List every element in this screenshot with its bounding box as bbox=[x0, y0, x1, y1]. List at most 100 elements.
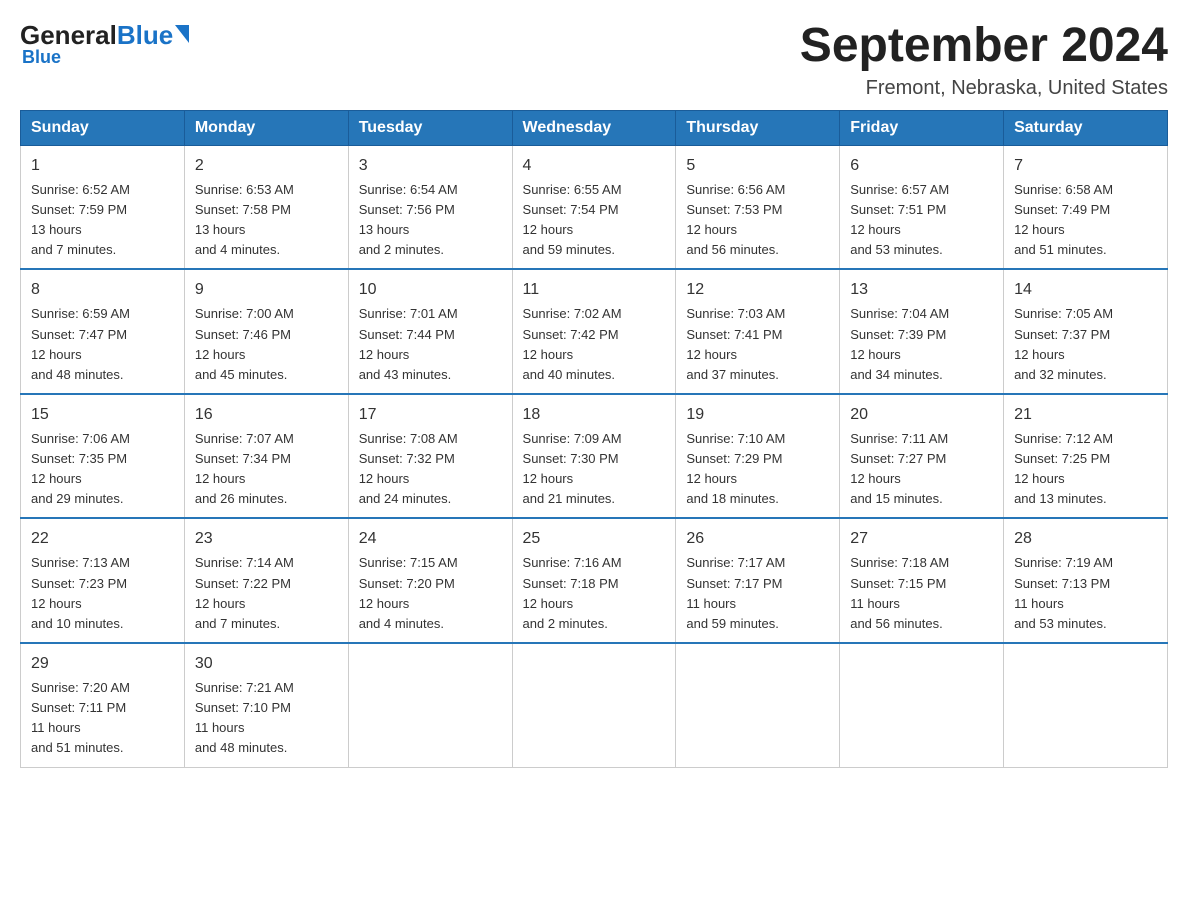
calendar-cell: 1 Sunrise: 6:52 AMSunset: 7:59 PM13 hours… bbox=[21, 145, 185, 269]
header-row: Sunday Monday Tuesday Wednesday Thursday… bbox=[21, 110, 1168, 145]
day-info: Sunrise: 6:57 AMSunset: 7:51 PM12 hoursa… bbox=[850, 182, 949, 257]
day-number: 8 bbox=[31, 278, 174, 302]
logo-subtitle: Blue bbox=[20, 47, 61, 68]
day-number: 17 bbox=[359, 403, 502, 427]
day-info: Sunrise: 7:01 AMSunset: 7:44 PM12 hoursa… bbox=[359, 306, 458, 381]
col-saturday: Saturday bbox=[1004, 110, 1168, 145]
day-info: Sunrise: 7:19 AMSunset: 7:13 PM11 hoursa… bbox=[1014, 555, 1113, 630]
day-number: 24 bbox=[359, 527, 502, 551]
calendar-cell: 10Sunrise: 7:01 AMSunset: 7:44 PM12 hour… bbox=[348, 269, 512, 394]
day-info: Sunrise: 7:12 AMSunset: 7:25 PM12 hoursa… bbox=[1014, 431, 1113, 506]
day-number: 16 bbox=[195, 403, 338, 427]
day-info: Sunrise: 7:05 AMSunset: 7:37 PM12 hoursa… bbox=[1014, 306, 1113, 381]
day-info: Sunrise: 7:15 AMSunset: 7:20 PM12 hoursa… bbox=[359, 555, 458, 630]
day-number: 19 bbox=[686, 403, 829, 427]
day-info: Sunrise: 6:53 AMSunset: 7:58 PM13 hoursa… bbox=[195, 182, 294, 257]
calendar-cell: 30Sunrise: 7:21 AMSunset: 7:10 PM11 hour… bbox=[184, 643, 348, 767]
day-number: 9 bbox=[195, 278, 338, 302]
day-info: Sunrise: 6:59 AMSunset: 7:47 PM12 hoursa… bbox=[31, 306, 130, 381]
calendar-cell: 12Sunrise: 7:03 AMSunset: 7:41 PM12 hour… bbox=[676, 269, 840, 394]
calendar-cell: 27 Sunrise: 7:18 AMSunset: 7:15 PM11 hour… bbox=[840, 518, 1004, 643]
calendar-cell: 22 Sunrise: 7:13 AMSunset: 7:23 PM12 hour… bbox=[21, 518, 185, 643]
day-info: Sunrise: 7:02 AMSunset: 7:42 PM12 hoursa… bbox=[523, 306, 622, 381]
calendar-cell: 8 Sunrise: 6:59 AMSunset: 7:47 PM12 hours… bbox=[21, 269, 185, 394]
calendar-cell: 19 Sunrise: 7:10 AMSunset: 7:29 PM12 hour… bbox=[676, 394, 840, 519]
col-monday: Monday bbox=[184, 110, 348, 145]
calendar-cell: 29 Sunrise: 7:20 AMSunset: 7:11 PM11 hour… bbox=[21, 643, 185, 767]
calendar-cell: 7 Sunrise: 6:58 AMSunset: 7:49 PM12 hours… bbox=[1004, 145, 1168, 269]
title-area: September 2024 Fremont, Nebraska, United… bbox=[800, 20, 1168, 100]
day-number: 22 bbox=[31, 527, 174, 551]
page-header: GeneralBlue Blue September 2024 Fremont,… bbox=[20, 20, 1168, 100]
day-number: 4 bbox=[523, 154, 666, 178]
day-info: Sunrise: 6:58 AMSunset: 7:49 PM12 hoursa… bbox=[1014, 182, 1113, 257]
calendar-cell: 21 Sunrise: 7:12 AMSunset: 7:25 PM12 hour… bbox=[1004, 394, 1168, 519]
day-number: 30 bbox=[195, 652, 338, 676]
logo-blue: Blue bbox=[117, 20, 173, 51]
day-info: Sunrise: 7:10 AMSunset: 7:29 PM12 hoursa… bbox=[686, 431, 785, 506]
logo: GeneralBlue Blue bbox=[20, 20, 189, 68]
day-info: Sunrise: 6:56 AMSunset: 7:53 PM12 hoursa… bbox=[686, 182, 785, 257]
calendar-cell: 26 Sunrise: 7:17 AMSunset: 7:17 PM11 hour… bbox=[676, 518, 840, 643]
day-info: Sunrise: 6:54 AMSunset: 7:56 PM13 hoursa… bbox=[359, 182, 458, 257]
day-number: 3 bbox=[359, 154, 502, 178]
calendar-week-row: 1 Sunrise: 6:52 AMSunset: 7:59 PM13 hours… bbox=[21, 145, 1168, 269]
day-number: 21 bbox=[1014, 403, 1157, 427]
day-number: 1 bbox=[31, 154, 174, 178]
col-wednesday: Wednesday bbox=[512, 110, 676, 145]
day-info: Sunrise: 6:52 AMSunset: 7:59 PM13 hoursa… bbox=[31, 182, 130, 257]
calendar-cell: 24 Sunrise: 7:15 AMSunset: 7:20 PM12 hour… bbox=[348, 518, 512, 643]
calendar-cell: 5Sunrise: 6:56 AMSunset: 7:53 PM12 hours… bbox=[676, 145, 840, 269]
calendar-cell bbox=[348, 643, 512, 767]
calendar-cell: 2 Sunrise: 6:53 AMSunset: 7:58 PM13 hours… bbox=[184, 145, 348, 269]
day-number: 6 bbox=[850, 154, 993, 178]
calendar-cell: 16 Sunrise: 7:07 AMSunset: 7:34 PM12 hour… bbox=[184, 394, 348, 519]
day-number: 18 bbox=[523, 403, 666, 427]
day-info: Sunrise: 6:55 AMSunset: 7:54 PM12 hoursa… bbox=[523, 182, 622, 257]
calendar-cell bbox=[1004, 643, 1168, 767]
day-info: Sunrise: 7:09 AMSunset: 7:30 PM12 hoursa… bbox=[523, 431, 622, 506]
day-info: Sunrise: 7:04 AMSunset: 7:39 PM12 hoursa… bbox=[850, 306, 949, 381]
calendar-table: Sunday Monday Tuesday Wednesday Thursday… bbox=[20, 110, 1168, 768]
logo-triangle-icon bbox=[175, 25, 189, 43]
calendar-cell bbox=[840, 643, 1004, 767]
calendar-cell: 17 Sunrise: 7:08 AMSunset: 7:32 PM12 hour… bbox=[348, 394, 512, 519]
day-number: 25 bbox=[523, 527, 666, 551]
calendar-week-row: 22 Sunrise: 7:13 AMSunset: 7:23 PM12 hour… bbox=[21, 518, 1168, 643]
calendar-cell: 23Sunrise: 7:14 AMSunset: 7:22 PM12 hour… bbox=[184, 518, 348, 643]
day-info: Sunrise: 7:18 AMSunset: 7:15 PM11 hoursa… bbox=[850, 555, 949, 630]
day-number: 13 bbox=[850, 278, 993, 302]
day-info: Sunrise: 7:17 AMSunset: 7:17 PM11 hoursa… bbox=[686, 555, 785, 630]
col-sunday: Sunday bbox=[21, 110, 185, 145]
calendar-cell: 20Sunrise: 7:11 AMSunset: 7:27 PM12 hour… bbox=[840, 394, 1004, 519]
calendar-cell: 3 Sunrise: 6:54 AMSunset: 7:56 PM13 hours… bbox=[348, 145, 512, 269]
calendar-week-row: 29 Sunrise: 7:20 AMSunset: 7:11 PM11 hour… bbox=[21, 643, 1168, 767]
day-number: 2 bbox=[195, 154, 338, 178]
day-info: Sunrise: 7:08 AMSunset: 7:32 PM12 hoursa… bbox=[359, 431, 458, 506]
day-number: 26 bbox=[686, 527, 829, 551]
day-info: Sunrise: 7:07 AMSunset: 7:34 PM12 hoursa… bbox=[195, 431, 294, 506]
day-number: 29 bbox=[31, 652, 174, 676]
calendar-subtitle: Fremont, Nebraska, United States bbox=[800, 77, 1168, 100]
calendar-cell: 6 Sunrise: 6:57 AMSunset: 7:51 PM12 hours… bbox=[840, 145, 1004, 269]
day-info: Sunrise: 7:13 AMSunset: 7:23 PM12 hoursa… bbox=[31, 555, 130, 630]
calendar-cell: 4 Sunrise: 6:55 AMSunset: 7:54 PM12 hours… bbox=[512, 145, 676, 269]
day-number: 27 bbox=[850, 527, 993, 551]
col-friday: Friday bbox=[840, 110, 1004, 145]
calendar-cell: 25Sunrise: 7:16 AMSunset: 7:18 PM12 hour… bbox=[512, 518, 676, 643]
calendar-cell: 14Sunrise: 7:05 AMSunset: 7:37 PM12 hour… bbox=[1004, 269, 1168, 394]
calendar-title: September 2024 bbox=[800, 20, 1168, 73]
day-info: Sunrise: 7:11 AMSunset: 7:27 PM12 hoursa… bbox=[850, 431, 948, 506]
calendar-cell: 15Sunrise: 7:06 AMSunset: 7:35 PM12 hour… bbox=[21, 394, 185, 519]
day-info: Sunrise: 7:00 AMSunset: 7:46 PM12 hoursa… bbox=[195, 306, 294, 381]
calendar-week-row: 8 Sunrise: 6:59 AMSunset: 7:47 PM12 hours… bbox=[21, 269, 1168, 394]
day-info: Sunrise: 7:14 AMSunset: 7:22 PM12 hoursa… bbox=[195, 555, 294, 630]
calendar-cell: 13 Sunrise: 7:04 AMSunset: 7:39 PM12 hour… bbox=[840, 269, 1004, 394]
day-number: 7 bbox=[1014, 154, 1157, 178]
calendar-cell: 11 Sunrise: 7:02 AMSunset: 7:42 PM12 hour… bbox=[512, 269, 676, 394]
calendar-cell: 28 Sunrise: 7:19 AMSunset: 7:13 PM11 hour… bbox=[1004, 518, 1168, 643]
day-info: Sunrise: 7:20 AMSunset: 7:11 PM11 hoursa… bbox=[31, 680, 130, 755]
day-number: 28 bbox=[1014, 527, 1157, 551]
day-number: 11 bbox=[523, 278, 666, 302]
calendar-cell: 9 Sunrise: 7:00 AMSunset: 7:46 PM12 hours… bbox=[184, 269, 348, 394]
